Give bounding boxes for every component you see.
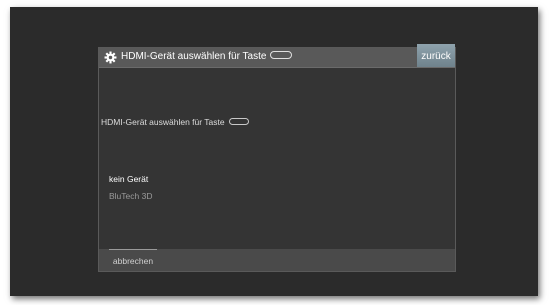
cancel-button[interactable]: abbrechen — [109, 249, 157, 271]
back-button[interactable]: zurück — [417, 44, 455, 67]
settings-gear-icon — [104, 51, 117, 64]
dialog-prompt: HDMI-Gerät auswählen für Taste — [101, 117, 249, 127]
remote-key-icon — [228, 118, 249, 126]
dialog-title-label: HDMI-Gerät auswählen für Taste — [121, 51, 267, 62]
dialog-bottombar: abbrechen — [99, 249, 455, 271]
hdmi-device-dialog: HDMI-Gerät auswählen für Taste zurück HD… — [98, 44, 456, 272]
remote-key-icon — [270, 51, 293, 60]
prompt-label: HDMI-Gerät auswählen für Taste — [101, 117, 225, 127]
option-no-device[interactable]: kein Gerät — [109, 174, 152, 191]
option-blutech-3d[interactable]: BluTech 3D — [109, 191, 152, 208]
dialog-title: HDMI-Gerät auswählen für Taste — [121, 51, 293, 62]
dialog-titlebar: HDMI-Gerät auswählen für Taste zurück — [99, 44, 455, 68]
device-options-list: kein Gerät BluTech 3D — [109, 174, 152, 208]
tv-screen: HDMI-Gerät auswählen für Taste zurück HD… — [10, 7, 538, 296]
